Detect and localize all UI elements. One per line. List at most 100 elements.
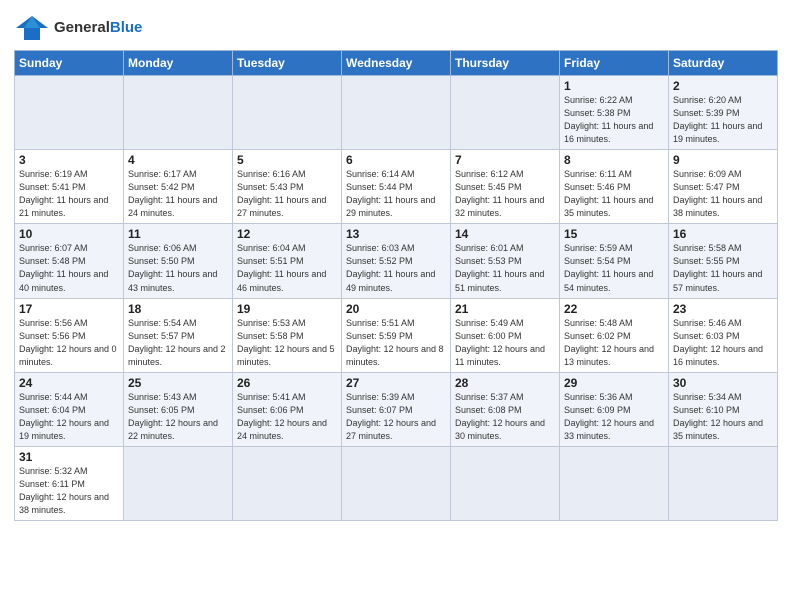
day-info: Sunrise: 5:34 AM Sunset: 6:10 PM Dayligh…	[673, 391, 773, 443]
day-number: 21	[455, 302, 555, 316]
calendar-week-5: 24Sunrise: 5:44 AM Sunset: 6:04 PM Dayli…	[15, 372, 778, 446]
day-number: 6	[346, 153, 446, 167]
day-number: 30	[673, 376, 773, 390]
calendar-cell: 1Sunrise: 6:22 AM Sunset: 5:38 PM Daylig…	[560, 76, 669, 150]
calendar-cell: 16Sunrise: 5:58 AM Sunset: 5:55 PM Dayli…	[669, 224, 778, 298]
calendar-week-6: 31Sunrise: 5:32 AM Sunset: 6:11 PM Dayli…	[15, 446, 778, 520]
day-info: Sunrise: 5:49 AM Sunset: 6:00 PM Dayligh…	[455, 317, 555, 369]
day-info: Sunrise: 5:39 AM Sunset: 6:07 PM Dayligh…	[346, 391, 446, 443]
calendar-cell	[233, 76, 342, 150]
weekday-saturday: Saturday	[669, 51, 778, 76]
calendar-cell	[669, 446, 778, 520]
calendar-cell: 31Sunrise: 5:32 AM Sunset: 6:11 PM Dayli…	[15, 446, 124, 520]
day-number: 1	[564, 79, 664, 93]
day-info: Sunrise: 5:53 AM Sunset: 5:58 PM Dayligh…	[237, 317, 337, 369]
calendar-cell: 14Sunrise: 6:01 AM Sunset: 5:53 PM Dayli…	[451, 224, 560, 298]
weekday-monday: Monday	[124, 51, 233, 76]
calendar-cell: 22Sunrise: 5:48 AM Sunset: 6:02 PM Dayli…	[560, 298, 669, 372]
day-number: 25	[128, 376, 228, 390]
day-number: 11	[128, 227, 228, 241]
logo-text: GeneralBlue	[54, 20, 142, 37]
day-info: Sunrise: 5:58 AM Sunset: 5:55 PM Dayligh…	[673, 242, 773, 294]
calendar-cell: 5Sunrise: 6:16 AM Sunset: 5:43 PM Daylig…	[233, 150, 342, 224]
calendar-cell: 26Sunrise: 5:41 AM Sunset: 6:06 PM Dayli…	[233, 372, 342, 446]
calendar-cell	[451, 446, 560, 520]
calendar-cell: 23Sunrise: 5:46 AM Sunset: 6:03 PM Dayli…	[669, 298, 778, 372]
day-number: 10	[19, 227, 119, 241]
day-number: 9	[673, 153, 773, 167]
calendar-week-3: 10Sunrise: 6:07 AM Sunset: 5:48 PM Dayli…	[15, 224, 778, 298]
calendar-cell: 8Sunrise: 6:11 AM Sunset: 5:46 PM Daylig…	[560, 150, 669, 224]
day-number: 15	[564, 227, 664, 241]
day-info: Sunrise: 6:20 AM Sunset: 5:39 PM Dayligh…	[673, 94, 773, 146]
day-number: 26	[237, 376, 337, 390]
day-number: 7	[455, 153, 555, 167]
day-info: Sunrise: 5:46 AM Sunset: 6:03 PM Dayligh…	[673, 317, 773, 369]
calendar-cell: 6Sunrise: 6:14 AM Sunset: 5:44 PM Daylig…	[342, 150, 451, 224]
calendar-cell	[124, 446, 233, 520]
day-info: Sunrise: 5:48 AM Sunset: 6:02 PM Dayligh…	[564, 317, 664, 369]
day-number: 13	[346, 227, 446, 241]
day-number: 2	[673, 79, 773, 93]
day-number: 17	[19, 302, 119, 316]
day-info: Sunrise: 6:01 AM Sunset: 5:53 PM Dayligh…	[455, 242, 555, 294]
calendar-cell: 18Sunrise: 5:54 AM Sunset: 5:57 PM Dayli…	[124, 298, 233, 372]
day-info: Sunrise: 5:59 AM Sunset: 5:54 PM Dayligh…	[564, 242, 664, 294]
calendar-cell: 24Sunrise: 5:44 AM Sunset: 6:04 PM Dayli…	[15, 372, 124, 446]
logo-icon	[14, 14, 50, 42]
day-info: Sunrise: 6:14 AM Sunset: 5:44 PM Dayligh…	[346, 168, 446, 220]
day-number: 27	[346, 376, 446, 390]
day-number: 24	[19, 376, 119, 390]
day-info: Sunrise: 6:04 AM Sunset: 5:51 PM Dayligh…	[237, 242, 337, 294]
calendar-cell	[342, 76, 451, 150]
calendar-cell: 3Sunrise: 6:19 AM Sunset: 5:41 PM Daylig…	[15, 150, 124, 224]
day-number: 31	[19, 450, 119, 464]
day-number: 20	[346, 302, 446, 316]
day-info: Sunrise: 5:32 AM Sunset: 6:11 PM Dayligh…	[19, 465, 119, 517]
day-info: Sunrise: 6:22 AM Sunset: 5:38 PM Dayligh…	[564, 94, 664, 146]
calendar-cell: 9Sunrise: 6:09 AM Sunset: 5:47 PM Daylig…	[669, 150, 778, 224]
day-info: Sunrise: 5:43 AM Sunset: 6:05 PM Dayligh…	[128, 391, 228, 443]
day-number: 8	[564, 153, 664, 167]
calendar-cell: 4Sunrise: 6:17 AM Sunset: 5:42 PM Daylig…	[124, 150, 233, 224]
day-info: Sunrise: 5:36 AM Sunset: 6:09 PM Dayligh…	[564, 391, 664, 443]
day-number: 18	[128, 302, 228, 316]
calendar-week-1: 1Sunrise: 6:22 AM Sunset: 5:38 PM Daylig…	[15, 76, 778, 150]
logo: GeneralBlue	[14, 14, 142, 42]
day-info: Sunrise: 6:09 AM Sunset: 5:47 PM Dayligh…	[673, 168, 773, 220]
calendar-cell: 7Sunrise: 6:12 AM Sunset: 5:45 PM Daylig…	[451, 150, 560, 224]
calendar-cell: 12Sunrise: 6:04 AM Sunset: 5:51 PM Dayli…	[233, 224, 342, 298]
calendar-cell	[451, 76, 560, 150]
header: GeneralBlue	[14, 10, 778, 42]
calendar-cell: 2Sunrise: 6:20 AM Sunset: 5:39 PM Daylig…	[669, 76, 778, 150]
day-info: Sunrise: 5:41 AM Sunset: 6:06 PM Dayligh…	[237, 391, 337, 443]
calendar-cell	[15, 76, 124, 150]
day-number: 14	[455, 227, 555, 241]
calendar-cell: 27Sunrise: 5:39 AM Sunset: 6:07 PM Dayli…	[342, 372, 451, 446]
calendar-cell	[233, 446, 342, 520]
calendar-cell: 25Sunrise: 5:43 AM Sunset: 6:05 PM Dayli…	[124, 372, 233, 446]
weekday-thursday: Thursday	[451, 51, 560, 76]
calendar-cell	[124, 76, 233, 150]
calendar-cell: 10Sunrise: 6:07 AM Sunset: 5:48 PM Dayli…	[15, 224, 124, 298]
calendar-cell: 21Sunrise: 5:49 AM Sunset: 6:00 PM Dayli…	[451, 298, 560, 372]
day-info: Sunrise: 5:51 AM Sunset: 5:59 PM Dayligh…	[346, 317, 446, 369]
day-number: 19	[237, 302, 337, 316]
calendar-cell: 28Sunrise: 5:37 AM Sunset: 6:08 PM Dayli…	[451, 372, 560, 446]
weekday-header-row: SundayMondayTuesdayWednesdayThursdayFrid…	[15, 51, 778, 76]
calendar-table: SundayMondayTuesdayWednesdayThursdayFrid…	[14, 50, 778, 521]
calendar-cell: 19Sunrise: 5:53 AM Sunset: 5:58 PM Dayli…	[233, 298, 342, 372]
weekday-friday: Friday	[560, 51, 669, 76]
day-info: Sunrise: 5:44 AM Sunset: 6:04 PM Dayligh…	[19, 391, 119, 443]
weekday-tuesday: Tuesday	[233, 51, 342, 76]
calendar-week-4: 17Sunrise: 5:56 AM Sunset: 5:56 PM Dayli…	[15, 298, 778, 372]
calendar-week-2: 3Sunrise: 6:19 AM Sunset: 5:41 PM Daylig…	[15, 150, 778, 224]
calendar-cell: 20Sunrise: 5:51 AM Sunset: 5:59 PM Dayli…	[342, 298, 451, 372]
day-info: Sunrise: 5:56 AM Sunset: 5:56 PM Dayligh…	[19, 317, 119, 369]
day-number: 3	[19, 153, 119, 167]
day-info: Sunrise: 5:54 AM Sunset: 5:57 PM Dayligh…	[128, 317, 228, 369]
day-info: Sunrise: 6:19 AM Sunset: 5:41 PM Dayligh…	[19, 168, 119, 220]
calendar-cell: 17Sunrise: 5:56 AM Sunset: 5:56 PM Dayli…	[15, 298, 124, 372]
calendar-cell	[342, 446, 451, 520]
day-info: Sunrise: 6:07 AM Sunset: 5:48 PM Dayligh…	[19, 242, 119, 294]
